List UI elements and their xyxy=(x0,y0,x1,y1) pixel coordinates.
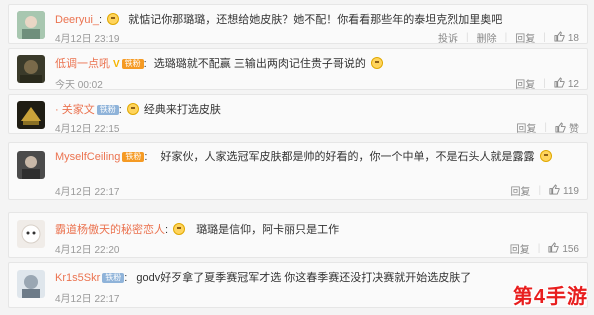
username-link[interactable]: MyselfCeiling xyxy=(55,151,120,163)
avatar-image xyxy=(17,55,45,83)
comment-card: · 关家文 铁粉: 经典来打选皮肤 4月12日 22:15 回复 | 赞 xyxy=(8,94,588,135)
smiley-emoji-icon xyxy=(539,150,552,162)
fan-badge: 铁粉 xyxy=(122,152,145,162)
comment-line: 低调一点吼 V 铁粉: 选璐璐就不配赢 三输出两肉记住贵子哥说的 xyxy=(55,55,579,71)
comment-time: 4月12日 22:17 xyxy=(55,187,120,198)
comment-card: 霸道杨傲天的秘密恋人: 璐璐是信仰，阿卡丽只是工作 4月12日 22:20 回复… xyxy=(8,212,588,258)
like-count: 赞 xyxy=(569,124,579,135)
fan-badge: 铁粉 xyxy=(102,273,125,283)
action-divider: | xyxy=(466,32,469,43)
avatar-image xyxy=(17,220,45,248)
report-link[interactable]: 投诉 xyxy=(438,30,458,45)
like-count: 12 xyxy=(567,79,579,90)
comment-actions: 回复 | 119 xyxy=(510,183,579,198)
thumbs-up-icon xyxy=(555,122,566,133)
comment-text: 好家伙，人家选冠军皮肤都是帅的好看的，你一个中单，不是石头人就是露露 xyxy=(160,151,535,163)
watermark-logo: 第4手游 xyxy=(512,286,588,308)
reply-link[interactable]: 回复 xyxy=(515,30,535,45)
comment-actions: 回复 | 12 xyxy=(515,76,579,91)
like-button[interactable]: 赞 xyxy=(555,120,579,135)
username-link[interactable]: · 关家文 xyxy=(55,104,95,116)
thumbs-up-icon xyxy=(554,77,565,88)
like-count: 18 xyxy=(567,33,579,44)
comment-card: Deeryui_: 就惦记你那璐璐，还想给她皮肤？她不配！你看看那些年的泰坦克烈… xyxy=(8,4,588,45)
comment-card: 低调一点吼 V 铁粉: 选璐璐就不配赢 三输出两肉记住贵子哥说的 今天 00:02 … xyxy=(8,48,588,91)
avatar-image xyxy=(17,270,45,298)
comment-actions: 回复 | 156 xyxy=(510,241,579,256)
action-divider: | xyxy=(544,122,547,133)
comment-line: MyselfCeiling 铁粉: 好家伙，人家选冠军皮肤都是帅的好看的，你一个中… xyxy=(55,149,579,183)
thumbs-up-icon xyxy=(549,184,560,195)
comment-card: Kr1s5Skr 铁粉: godv好歹拿了夏季赛冠军才选 你这春季赛还没打决赛就开… xyxy=(8,262,588,308)
fan-badge: 铁粉 xyxy=(121,59,144,69)
action-divider: | xyxy=(537,243,541,254)
comment-time: 4月12日 22:15 xyxy=(55,124,120,135)
username-link[interactable]: 低调一点吼 xyxy=(55,58,110,70)
username-link[interactable]: Kr1s5Skr xyxy=(55,272,100,284)
comment-text: 选璐璐就不配赢 三输出两肉记住贵子哥说的 xyxy=(153,58,366,70)
comment-text: godv好歹拿了夏季赛冠军才选 你这春季赛还没打决赛就开始选皮肤了 xyxy=(136,272,472,284)
delete-link[interactable]: 删除 xyxy=(477,30,497,45)
fan-badge: 铁粉 xyxy=(96,105,119,115)
action-divider: | xyxy=(504,32,508,43)
like-button[interactable]: 18 xyxy=(554,31,579,44)
action-divider: | xyxy=(543,78,546,89)
vip-v-icon: V xyxy=(113,59,120,70)
username-link[interactable]: 霸道杨傲天的秘密恋人 xyxy=(55,224,165,236)
avatar[interactable] xyxy=(17,101,45,129)
thumbs-up-icon xyxy=(554,31,565,42)
avatar-image xyxy=(17,11,45,39)
comment-text: 经典来打选皮肤 xyxy=(143,104,221,116)
action-divider: | xyxy=(543,32,546,43)
like-button[interactable]: 12 xyxy=(554,77,579,90)
comment-line: 霸道杨傲天的秘密恋人: 璐璐是信仰，阿卡丽只是工作 xyxy=(55,223,340,236)
avatar[interactable] xyxy=(17,151,45,179)
avatar[interactable] xyxy=(17,11,45,39)
thumbs-up-icon xyxy=(548,242,559,253)
like-button[interactable]: 119 xyxy=(549,184,579,197)
comment-line: · 关家文 铁粉: 经典来打选皮肤 xyxy=(55,103,221,116)
avatar-image xyxy=(17,151,45,179)
like-count: 156 xyxy=(562,244,579,255)
comment-text: 璐璐是信仰，阿卡丽只是工作 xyxy=(196,224,340,236)
smiley-emoji-icon xyxy=(107,13,120,25)
comment-line: Deeryui_: 就惦记你那璐璐，还想给她皮肤？她不配！你看看那些年的泰坦克烈… xyxy=(55,13,503,26)
like-count: 119 xyxy=(563,186,579,197)
avatar-image xyxy=(17,101,45,129)
comment-card: MyselfCeiling 铁粉: 好家伙，人家选冠军皮肤都是帅的好看的，你一个中… xyxy=(8,142,588,200)
reply-link[interactable]: 回复 xyxy=(510,241,530,256)
reply-link[interactable]: 回复 xyxy=(515,76,535,91)
comment-actions: 投诉 | 删除 | 回复 | 18 xyxy=(438,30,579,45)
smiley-emoji-icon xyxy=(126,103,139,115)
smiley-emoji-icon xyxy=(173,223,186,235)
username-link[interactable]: Deeryui_ xyxy=(55,14,99,26)
comment-time: 4月12日 23:19 xyxy=(55,34,120,45)
comment-text: 就惦记你那璐璐，还想给她皮肤？她不配！你看看那些年的泰坦克烈加里奥吧 xyxy=(128,14,503,26)
like-button[interactable]: 156 xyxy=(548,242,579,255)
avatar[interactable] xyxy=(17,270,45,298)
reply-link[interactable]: 回复 xyxy=(516,120,536,135)
avatar[interactable] xyxy=(17,55,45,83)
reply-link[interactable]: 回复 xyxy=(510,183,530,198)
action-divider: | xyxy=(538,185,542,196)
comment-line: Kr1s5Skr 铁粉: godv好歹拿了夏季赛冠军才选 你这春季赛还没打决赛就开… xyxy=(55,272,472,284)
smiley-emoji-icon xyxy=(370,57,383,69)
comment-time: 今天 00:02 xyxy=(55,80,103,91)
comment-time: 4月12日 22:20 xyxy=(55,245,120,256)
comment-actions: 回复 | 赞 xyxy=(516,120,579,135)
avatar[interactable] xyxy=(17,220,45,248)
comment-time: 4月12日 22:17 xyxy=(55,294,120,305)
